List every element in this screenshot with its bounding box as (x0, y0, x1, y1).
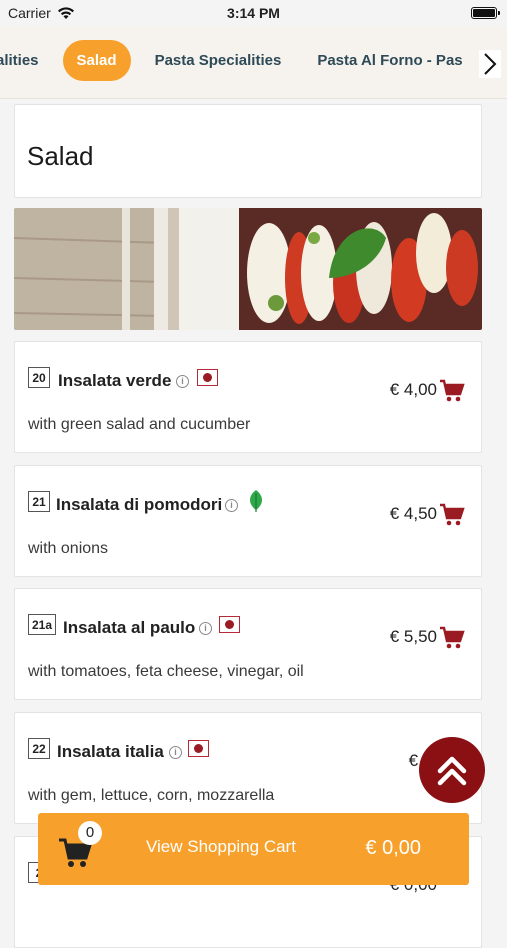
menu-item[interactable]: 21 Insalata di pomodori i € 4,50 with on… (14, 465, 482, 577)
scroll-to-top-button[interactable] (419, 737, 485, 803)
cart-count-badge: 0 (78, 821, 102, 845)
section-title: Salad (27, 141, 94, 171)
menu-item[interactable]: 22 Insalata italia i € 5, with gem, lett… (14, 712, 482, 824)
item-description: with onions (28, 540, 109, 557)
item-number: 21a (28, 614, 57, 635)
item-name: Insalata verde (58, 371, 172, 390)
double-chevron-up-icon (437, 756, 467, 786)
flag-icon (188, 740, 209, 757)
battery-icon (471, 7, 500, 19)
cart-total: € 0,00 (365, 837, 421, 859)
status-time: 3:14 PM (227, 5, 280, 21)
leaf-icon (250, 490, 262, 512)
item-description: with green salad and cucumber (28, 416, 251, 433)
menu-item[interactable]: 20 Insalata verde i € 4,00 with green sa… (14, 341, 482, 453)
salad-banner-image (14, 208, 482, 330)
item-number: 22 (28, 738, 50, 759)
item-price: € 4,50 (389, 504, 437, 523)
category-tab-salad[interactable]: Salad (62, 40, 131, 81)
item-number: 21 (28, 491, 50, 512)
chevron-right-icon[interactable] (479, 50, 501, 78)
view-shopping-cart-button[interactable]: 0 View Shopping Cart € 0,00 (38, 813, 469, 885)
info-icon[interactable]: i (176, 375, 189, 388)
flag-icon (197, 369, 218, 386)
add-to-cart-icon[interactable] (439, 503, 465, 527)
category-tab-pasta-specialities[interactable]: Pasta Specialities (143, 40, 294, 81)
item-price: € 4,00 (389, 380, 437, 399)
item-description: with gem, lettuce, corn, mozzarella (28, 787, 275, 804)
info-icon[interactable]: i (199, 622, 212, 635)
info-icon[interactable]: i (169, 746, 182, 759)
item-name: Insalata di pomodori (56, 495, 223, 514)
info-icon[interactable]: i (225, 499, 238, 512)
add-to-cart-icon[interactable] (439, 379, 465, 403)
item-name: Insalata al paulo (63, 618, 196, 637)
add-to-cart-icon[interactable] (439, 626, 465, 650)
flag-icon (219, 616, 240, 633)
section-header: Salad (14, 104, 482, 198)
category-tab-pasta-al-forno[interactable]: Pasta Al Forno - Pas (305, 40, 474, 81)
status-bar: Carrier 3:14 PM (0, 0, 507, 26)
menu-item[interactable]: 21a Insalata al paulo i € 5,50 with toma… (14, 588, 482, 700)
cart-label: View Shopping Cart (146, 837, 296, 856)
item-description: with tomatoes, feta cheese, vinegar, oil (28, 663, 304, 680)
category-tab-specialities[interactable]: alities (0, 40, 51, 81)
item-number: 20 (28, 367, 50, 388)
item-price: € 5,50 (389, 627, 437, 646)
category-track: alities Salad Pasta Specialities Pasta A… (0, 40, 487, 81)
category-bar[interactable]: alities Salad Pasta Specialities Pasta A… (0, 26, 507, 99)
item-name: Insalata italia (57, 742, 164, 761)
